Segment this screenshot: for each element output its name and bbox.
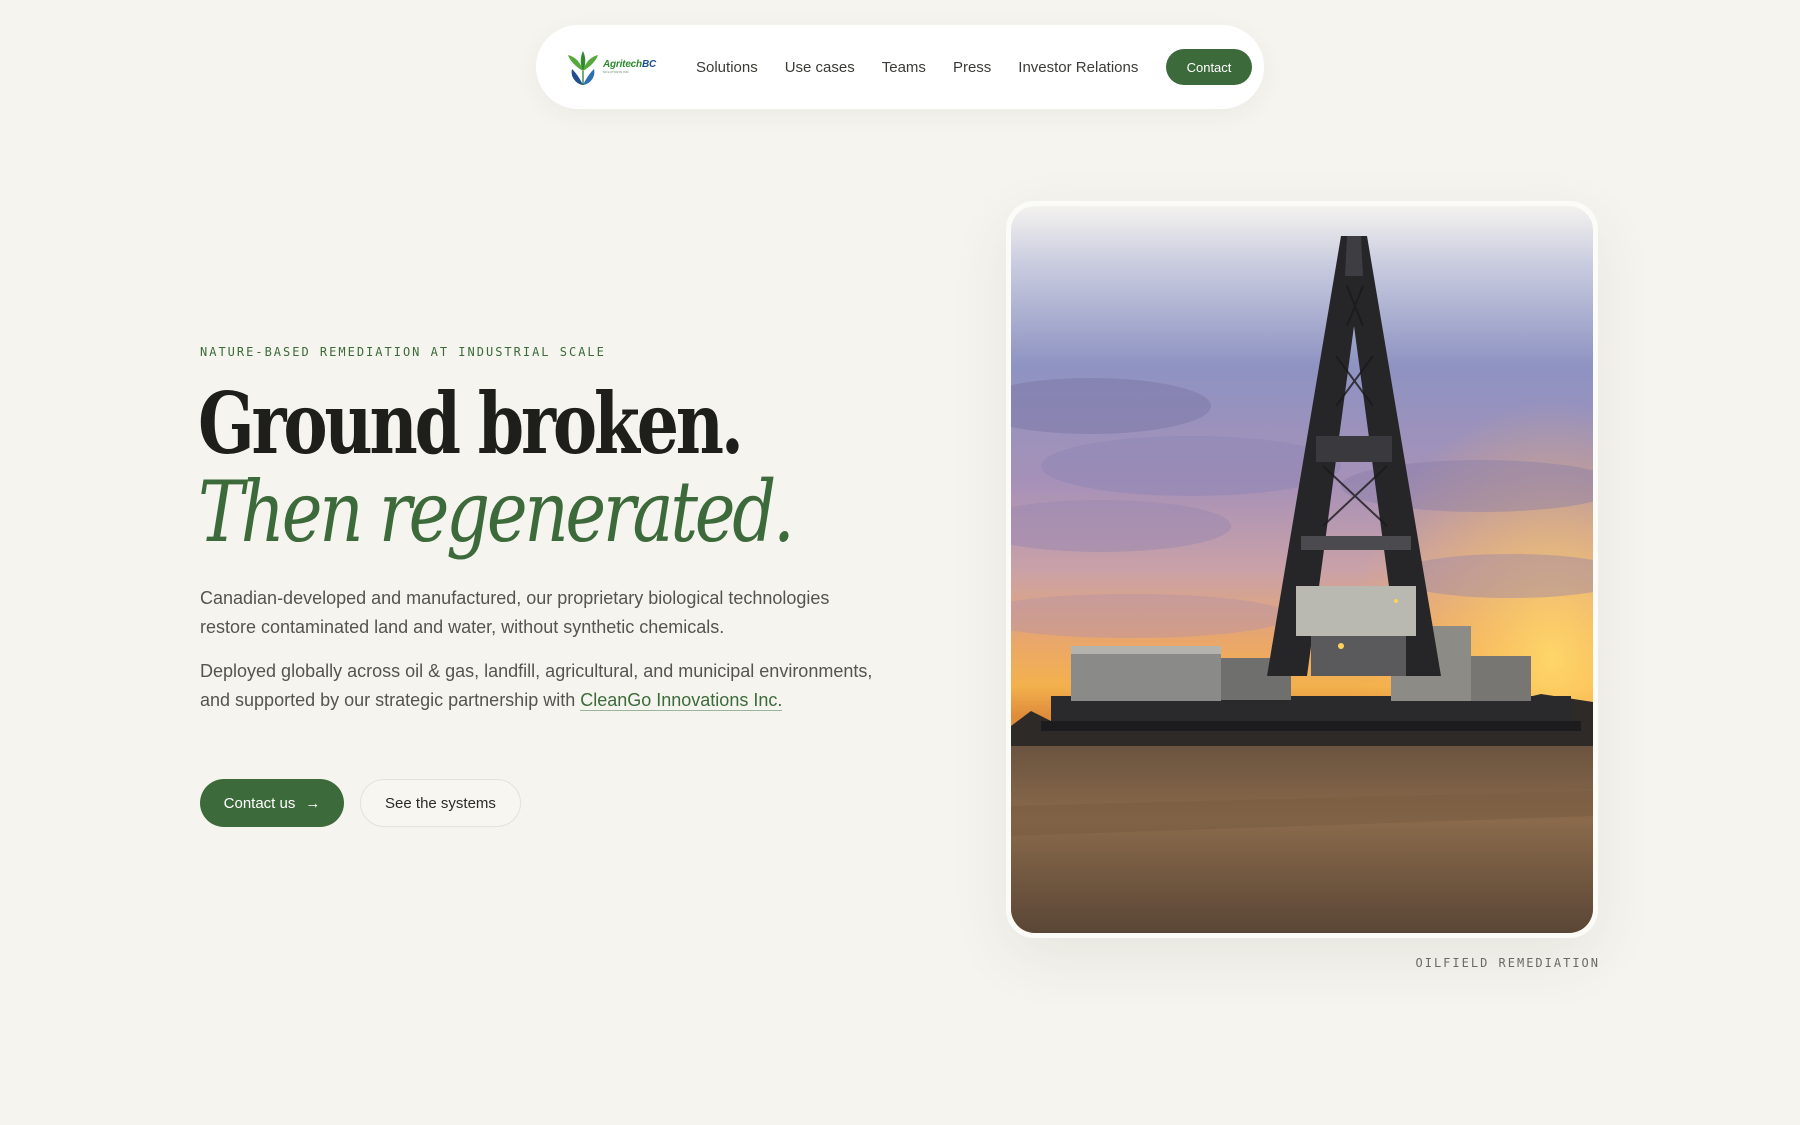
contact-us-button-label: Contact us — [223, 794, 296, 812]
page: AgritechBC SOLUTIONS INC. Solutions Use … — [0, 0, 1800, 1125]
hero-headline-line-1: Ground broken. — [198, 374, 744, 473]
hero-description: Canadian-developed and manufactured, our… — [200, 588, 830, 637]
cleango-partner-link[interactable]: CleanGo Innovations Inc. — [580, 690, 783, 711]
hero-eyebrow: NATURE-BASED REMEDIATION AT INDUSTRIAL S… — [200, 345, 606, 359]
nav-link-investor-relations[interactable]: Investor Relations — [1018, 59, 1138, 76]
arrow-right-icon: → — [305, 794, 321, 812]
nav-contact-button[interactable]: Contact — [1166, 49, 1252, 85]
logo-word-bc: BC — [641, 59, 656, 70]
logo-word-agritech: Agritech — [602, 59, 642, 70]
hero-headline-line-2: Then regenerated. — [198, 463, 795, 561]
nav-link-use-cases[interactable]: Use cases — [785, 59, 855, 76]
leaf-logo-icon — [567, 51, 598, 85]
contact-us-button[interactable]: Contact us → — [200, 779, 344, 827]
oilfield-drilling-rig-photo — [1011, 206, 1593, 933]
image-caption: OILFIELD REMEDIATION — [1415, 956, 1600, 970]
nav-link-solutions[interactable]: Solutions — [696, 59, 758, 76]
nav-link-teams[interactable]: Teams — [882, 59, 926, 76]
see-the-systems-button[interactable]: See the systems — [360, 779, 521, 827]
agritechbc-logo[interactable]: AgritechBC SOLUTIONS INC. — [564, 45, 656, 89]
nav-links: Solutions Use cases Teams Press Investor… — [696, 59, 1138, 76]
nav-link-press[interactable]: Press — [953, 59, 991, 76]
hero-deployment-text: Deployed globally across oil & gas, land… — [200, 657, 880, 715]
logo-subtitle: SOLUTIONS INC. — [602, 70, 630, 74]
logo-wordmark: AgritechBC SOLUTIONS INC. — [602, 59, 656, 75]
hero-image-card — [1006, 201, 1598, 938]
top-navigation: AgritechBC SOLUTIONS INC. Solutions Use … — [536, 25, 1264, 109]
